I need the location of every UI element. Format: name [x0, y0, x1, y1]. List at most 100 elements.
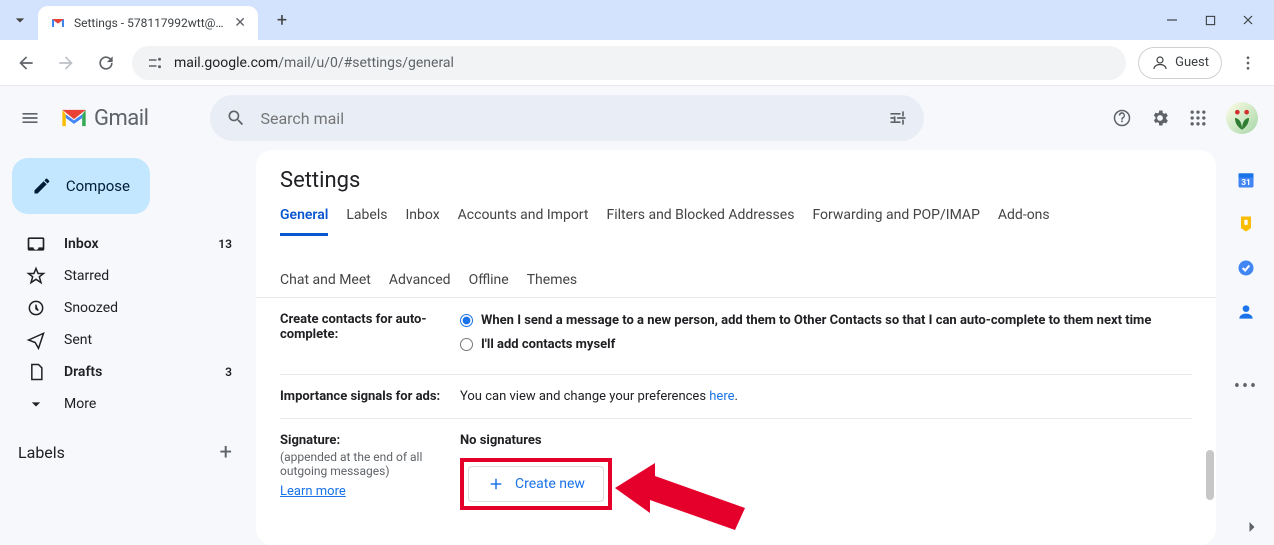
- sidebar-item-starred[interactable]: Starred: [12, 260, 244, 292]
- star-icon: [26, 266, 46, 286]
- chevron-down-icon: [10, 10, 30, 30]
- brand-text: Gmail: [94, 106, 148, 131]
- chevron-icon: [26, 394, 46, 414]
- setting-contacts: Create contacts for auto-complete: When …: [280, 298, 1192, 375]
- tab-advanced[interactable]: Advanced: [389, 272, 451, 298]
- sidebar-item-drafts[interactable]: Drafts3: [12, 356, 244, 388]
- radio-label: When I send a message to a new person, a…: [481, 312, 1151, 330]
- setting-ads: Importance signals for ads: You can view…: [280, 375, 1192, 419]
- clock-icon: [26, 298, 46, 318]
- setting-label: Importance signals for ads:: [280, 389, 460, 404]
- setting-signature: Signature: (appended at the end of all o…: [280, 419, 1192, 524]
- compose-label: Compose: [66, 177, 130, 195]
- tab-list-dropdown[interactable]: [8, 8, 32, 32]
- tab-forwarding-and-pop-imap[interactable]: Forwarding and POP/IMAP: [812, 207, 979, 236]
- browser-menu-button[interactable]: [1234, 54, 1262, 72]
- tab-filters-and-blocked-addresses[interactable]: Filters and Blocked Addresses: [606, 207, 794, 236]
- plus-icon: [487, 475, 505, 493]
- gmail-header: Gmail: [0, 86, 1274, 150]
- apps-icon[interactable]: [1188, 108, 1208, 128]
- tab-labels[interactable]: Labels: [346, 207, 387, 236]
- compose-button[interactable]: Compose: [12, 158, 150, 214]
- help-icon[interactable]: [1112, 108, 1132, 128]
- tasks-icon[interactable]: [1236, 258, 1256, 278]
- add-label-button[interactable]: +: [220, 440, 232, 465]
- arrow-right-icon: [56, 53, 76, 73]
- profile-chip[interactable]: Guest: [1138, 47, 1222, 79]
- search-bar[interactable]: [210, 95, 924, 141]
- setting-label: Create contacts for auto-complete:: [280, 312, 460, 360]
- annotation-highlight: Create new: [460, 458, 612, 510]
- create-signature-button[interactable]: Create new: [468, 466, 604, 502]
- tab-general[interactable]: General: [280, 207, 328, 236]
- browser-tab[interactable]: Settings - 578117992wtt@gm ✕: [38, 6, 258, 40]
- close-tab-button[interactable]: ✕: [234, 15, 246, 31]
- app-body: Compose Inbox13StarredSnoozedSentDrafts3…: [0, 150, 1274, 545]
- person-icon: [1151, 54, 1169, 72]
- tab-offline[interactable]: Offline: [469, 272, 509, 298]
- settings-tabs: General Labels Inbox Accounts and Import Fil…: [256, 203, 1216, 298]
- labels-heading: Labels: [18, 443, 65, 462]
- url-text: mail.google.com/mail/u/0/#settings/gener…: [174, 55, 454, 71]
- site-settings-icon: [146, 54, 164, 72]
- no-signatures-text: No signatures: [460, 433, 1192, 448]
- tab-chat-and-meet[interactable]: Chat and Meet: [280, 272, 371, 298]
- tab-title: Settings - 578117992wtt@gm: [74, 16, 226, 30]
- main-menu-button[interactable]: [16, 108, 44, 128]
- radio-auto-add-contacts[interactable]: [460, 314, 473, 327]
- reload-icon: [96, 53, 116, 73]
- scrollbar-thumb[interactable]: [1206, 450, 1214, 500]
- page-title: Settings: [256, 168, 1216, 203]
- forward-button[interactable]: [52, 49, 80, 77]
- radio-label: I'll add contacts myself: [481, 336, 615, 354]
- side-panel: 31 •••: [1218, 150, 1274, 545]
- calendar-icon[interactable]: 31: [1236, 170, 1256, 190]
- keep-icon[interactable]: [1236, 214, 1256, 234]
- profile-label: Guest: [1175, 55, 1209, 70]
- tab-inbox[interactable]: Inbox: [405, 207, 439, 236]
- expand-side-panel-button[interactable]: [1242, 517, 1262, 537]
- ads-preferences-link[interactable]: here: [709, 389, 734, 404]
- send-icon: [26, 330, 46, 350]
- back-button[interactable]: [12, 49, 40, 77]
- settings-panel: Settings General Labels Inbox Accounts and …: [256, 150, 1216, 545]
- sidebar-item-inbox[interactable]: Inbox13: [12, 228, 244, 260]
- setting-label: Signature: (appended at the end of all o…: [280, 433, 460, 510]
- browser-toolbar: mail.google.com/mail/u/0/#settings/gener…: [0, 40, 1274, 86]
- svg-text:31: 31: [1241, 178, 1251, 188]
- labels-heading-row: Labels +: [12, 440, 244, 465]
- gmail-brand[interactable]: Gmail: [60, 104, 148, 132]
- inbox-icon: [26, 234, 46, 254]
- sidebar-item-snoozed[interactable]: Snoozed: [12, 292, 244, 324]
- search-input[interactable]: [260, 109, 874, 128]
- window-controls: [1162, 14, 1266, 26]
- sidebar-item-sent[interactable]: Sent: [12, 324, 244, 356]
- maximize-button[interactable]: [1200, 14, 1220, 26]
- more-addons-button[interactable]: •••: [1234, 376, 1258, 397]
- gear-icon[interactable]: [1150, 108, 1170, 128]
- gmail-favicon-icon: [50, 15, 66, 31]
- account-avatar[interactable]: [1226, 102, 1258, 134]
- gmail-logo-icon: [60, 104, 88, 132]
- radio-add-myself[interactable]: [460, 338, 473, 351]
- file-icon: [26, 362, 46, 382]
- tab-add-ons[interactable]: Add-ons: [998, 207, 1050, 236]
- pencil-icon: [32, 176, 52, 196]
- tab-accounts-and-import[interactable]: Accounts and Import: [458, 207, 589, 236]
- sidebar-item-more[interactable]: More: [12, 388, 244, 420]
- new-tab-button[interactable]: +: [268, 6, 296, 34]
- address-bar[interactable]: mail.google.com/mail/u/0/#settings/gener…: [132, 46, 1126, 80]
- learn-more-link[interactable]: Learn more: [280, 484, 450, 499]
- sidebar: Compose Inbox13StarredSnoozedSentDrafts3…: [0, 150, 256, 545]
- kebab-icon: [1239, 54, 1257, 72]
- reload-button[interactable]: [92, 49, 120, 77]
- tab-themes[interactable]: Themes: [527, 272, 577, 298]
- hamburger-icon: [20, 108, 40, 128]
- browser-tab-strip: Settings - 578117992wtt@gm ✕ +: [0, 0, 1274, 40]
- contacts-icon[interactable]: [1236, 302, 1256, 322]
- tune-icon[interactable]: [888, 108, 908, 128]
- arrow-left-icon: [16, 53, 36, 73]
- minimize-button[interactable]: [1162, 14, 1182, 26]
- search-icon: [226, 108, 246, 128]
- close-window-button[interactable]: [1238, 14, 1258, 26]
